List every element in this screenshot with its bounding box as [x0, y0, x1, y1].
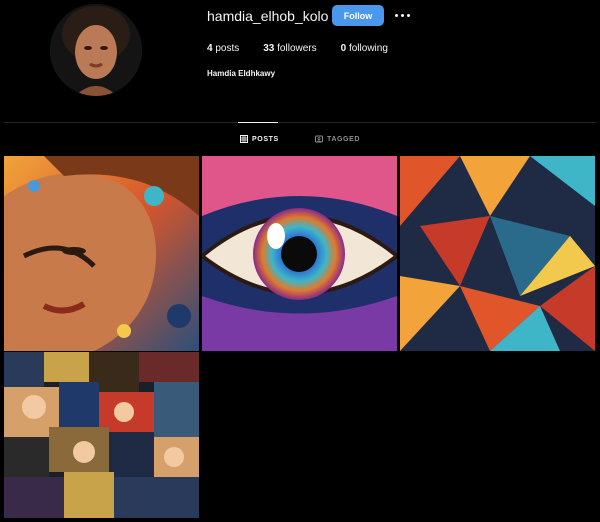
post-thumbnail[interactable]: [400, 156, 595, 351]
active-tab-indicator: [238, 122, 278, 123]
dot: [400, 13, 404, 17]
colorful-portrait-art: [4, 156, 199, 351]
dot: [406, 13, 410, 17]
geometric-abstract-art: [400, 156, 595, 351]
posts-count: 4: [207, 43, 213, 54]
profile-avatar[interactable]: [50, 4, 142, 96]
post-thumbnail[interactable]: [4, 156, 199, 351]
tag-icon: [315, 135, 323, 143]
dot: [394, 13, 398, 17]
profile-photo: [50, 4, 142, 96]
tab-tagged-label: TAGGED: [327, 135, 361, 143]
following-count: 0: [340, 43, 347, 54]
more-options-icon[interactable]: [392, 5, 412, 25]
tabs-divider: [4, 122, 596, 123]
followers-stat[interactable]: 33 followers: [263, 43, 316, 54]
profile-stats: 4 posts 33 followers 0 following: [207, 43, 412, 54]
followers-count: 33: [263, 43, 275, 54]
grid-icon: [240, 135, 248, 143]
tab-tagged[interactable]: TAGGED: [315, 135, 360, 143]
post-thumbnail[interactable]: [4, 352, 199, 518]
rainbow-eye-art: [202, 156, 397, 351]
tab-posts[interactable]: POSTS: [240, 135, 279, 143]
followers-label: followers: [277, 43, 317, 54]
posts-label: posts: [215, 43, 240, 54]
tab-posts-label: POSTS: [252, 135, 279, 143]
collage-art: [4, 352, 199, 518]
following-stat[interactable]: 0 following: [341, 43, 388, 54]
post-thumbnail[interactable]: [202, 156, 397, 351]
follow-button[interactable]: Follow: [332, 5, 384, 26]
profile-username: hamdia_elhob_kolo: [207, 8, 329, 24]
following-label: following: [348, 43, 388, 54]
profile-full-name: Hamdia Eldhkawy: [207, 69, 276, 78]
posts-stat: 4 posts: [207, 43, 239, 54]
